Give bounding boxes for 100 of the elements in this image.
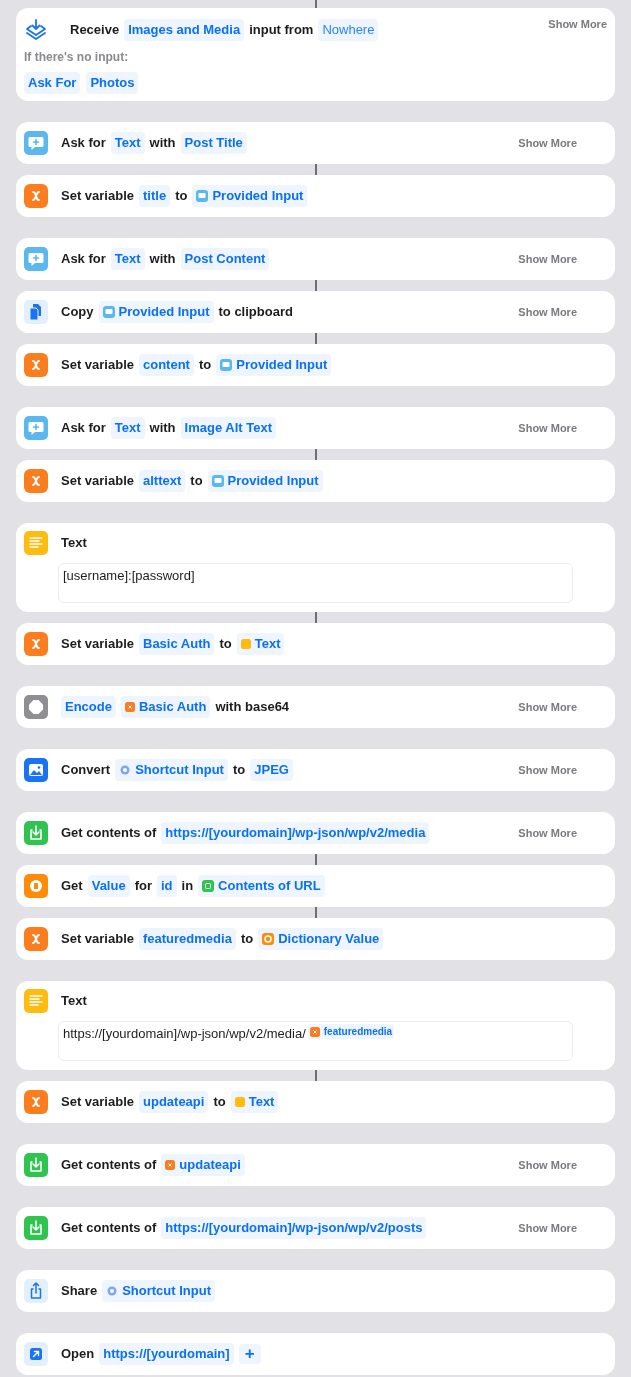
variable-name: Shortcut Input	[122, 1282, 211, 1301]
show-more-button[interactable]: Show More	[548, 16, 607, 33]
variable-icon	[24, 469, 48, 493]
variable-token[interactable]: Basic Auth	[120, 696, 211, 718]
action-label: Set variable	[61, 472, 134, 491]
shortcut-icon	[106, 1285, 119, 1297]
chat-bubble-icon	[220, 359, 233, 371]
show-more-button[interactable]: Show More	[518, 303, 577, 321]
parameter-token[interactable]: Post Title	[180, 132, 247, 154]
parameter-token[interactable]: title	[139, 185, 171, 207]
action-label: Convert	[61, 761, 111, 780]
parameter-token[interactable]: Text	[110, 248, 145, 270]
variable-token[interactable]: Dictionary Value	[258, 928, 384, 950]
show-more-button[interactable]: Show More	[518, 1219, 577, 1237]
parameter-token[interactable]: Images and Media	[124, 19, 245, 41]
variable-token[interactable]: featuredmedia	[307, 1024, 395, 1039]
parameter-token[interactable]: https://[yourdomain]/wp-json/wp/v2/posts	[161, 1217, 427, 1239]
text-content: https://[yourdomain]/wp-json/wp/v2/media/	[63, 1025, 306, 1043]
action-label: Set variable	[61, 1093, 134, 1112]
parameter-token[interactable]: Text	[110, 417, 145, 439]
variable-icon	[24, 927, 48, 951]
variable-token[interactable]: Provided Input	[207, 470, 323, 492]
parameter-token[interactable]: Text	[110, 132, 145, 154]
parameter-token[interactable]: id	[157, 875, 177, 897]
parameter-token[interactable]: Ask For	[24, 72, 81, 94]
action-label: input from	[249, 21, 314, 40]
show-more-button[interactable]: Show More	[518, 824, 577, 842]
action-label: in	[181, 877, 194, 896]
action-label: with	[149, 134, 176, 153]
variable-name: Provided Input	[236, 356, 328, 375]
show-more-button[interactable]: Show More	[518, 419, 577, 437]
add-button[interactable]: +	[238, 1344, 261, 1364]
text-content: [username]:[password]	[63, 567, 195, 585]
variable-name: Contents of URL	[218, 877, 321, 896]
variable-name: updateapi	[179, 1156, 241, 1175]
chat-bubble-icon	[211, 475, 224, 487]
action-label: Set variable	[61, 930, 134, 949]
parameter-token[interactable]: Basic Auth	[139, 633, 215, 655]
action-label: to	[198, 356, 212, 375]
variable-token[interactable]: Provided Input	[216, 354, 332, 376]
variable-token[interactable]: Shortcut Input	[115, 759, 228, 781]
variable-token[interactable]: Contents of URL	[198, 875, 325, 897]
parameter-token[interactable]: https://[yourdomain]	[99, 1343, 234, 1365]
text-input-field[interactable]: [username]:[password]	[58, 563, 573, 603]
variable-icon	[24, 632, 48, 656]
parameter-token[interactable]: content	[139, 354, 194, 376]
parameter-token[interactable]: https://[yourdomain]/wp-json/wp/v2/media	[161, 822, 430, 844]
parameter-token[interactable]: updateapi	[139, 1091, 209, 1113]
action-label: Set variable	[61, 635, 134, 654]
parameter-token[interactable]: Post Content	[180, 248, 270, 270]
chat-bubble-icon	[24, 131, 48, 155]
variable-name: Basic Auth	[138, 698, 207, 717]
variable-token[interactable]: Provided Input	[192, 185, 308, 207]
variable-icon	[309, 1026, 320, 1037]
text-lines-icon	[24, 531, 48, 555]
share-icon	[24, 1279, 48, 1303]
show-more-button[interactable]: Show More	[518, 761, 577, 779]
action-label: Get contents of	[61, 824, 157, 843]
parameter-token[interactable]: featuredmedia	[139, 928, 236, 950]
chat-bubble-icon	[24, 247, 48, 271]
action-label: to	[232, 761, 246, 780]
action-label: to	[240, 930, 254, 949]
variable-name: Text	[248, 1093, 275, 1112]
documents-icon	[24, 300, 48, 324]
text-input-field[interactable]: https://[yourdomain]/wp-json/wp/v2/media/ featuredmedia	[58, 1021, 573, 1061]
variable-token[interactable]: Shortcut Input	[102, 1280, 215, 1302]
variable-token[interactable]: updateapi	[161, 1154, 245, 1176]
variable-token[interactable]: Text	[230, 1091, 279, 1113]
show-more-button[interactable]: Show More	[518, 1156, 577, 1174]
show-more-button[interactable]: Show More	[518, 134, 577, 152]
action-label: to	[175, 187, 188, 206]
show-more-button[interactable]: Show More	[518, 698, 577, 716]
shortcut-icon	[119, 764, 132, 776]
parameter-token[interactable]: Encode	[61, 696, 116, 718]
book-icon	[24, 874, 48, 898]
action-label: for	[134, 877, 152, 896]
parameter-token[interactable]: Value	[87, 875, 130, 897]
variable-icon	[165, 1160, 176, 1170]
parameter-token[interactable]: JPEG	[250, 759, 293, 781]
show-more-button[interactable]: Show More	[518, 250, 577, 268]
variable-name: featuredmedia	[323, 1025, 393, 1039]
variable-name: Shortcut Input	[135, 761, 224, 780]
action-label: Set variable	[61, 356, 134, 375]
action-label: Share	[61, 1282, 98, 1301]
action-label: with	[149, 250, 176, 269]
action-label: Get contents of	[61, 1156, 157, 1175]
parameter-token[interactable]: alttext	[139, 470, 186, 492]
variable-token[interactable]: Text	[236, 633, 285, 655]
action-label: Get contents of	[61, 1219, 157, 1238]
ring-icon	[262, 933, 275, 945]
parameter-token[interactable]: Photos	[86, 72, 139, 94]
parameter-token[interactable]: Nowhere	[318, 19, 379, 41]
text-icon	[240, 639, 251, 649]
variable-token[interactable]: Provided Input	[98, 301, 214, 323]
action-label: Copy	[61, 303, 94, 322]
parameter-token[interactable]: Image Alt Text	[180, 417, 276, 439]
chat-bubble-icon	[196, 190, 209, 202]
variable-name: Provided Input	[118, 303, 210, 322]
variable-name: Dictionary Value	[278, 930, 380, 949]
variable-name: Provided Input	[212, 187, 304, 206]
